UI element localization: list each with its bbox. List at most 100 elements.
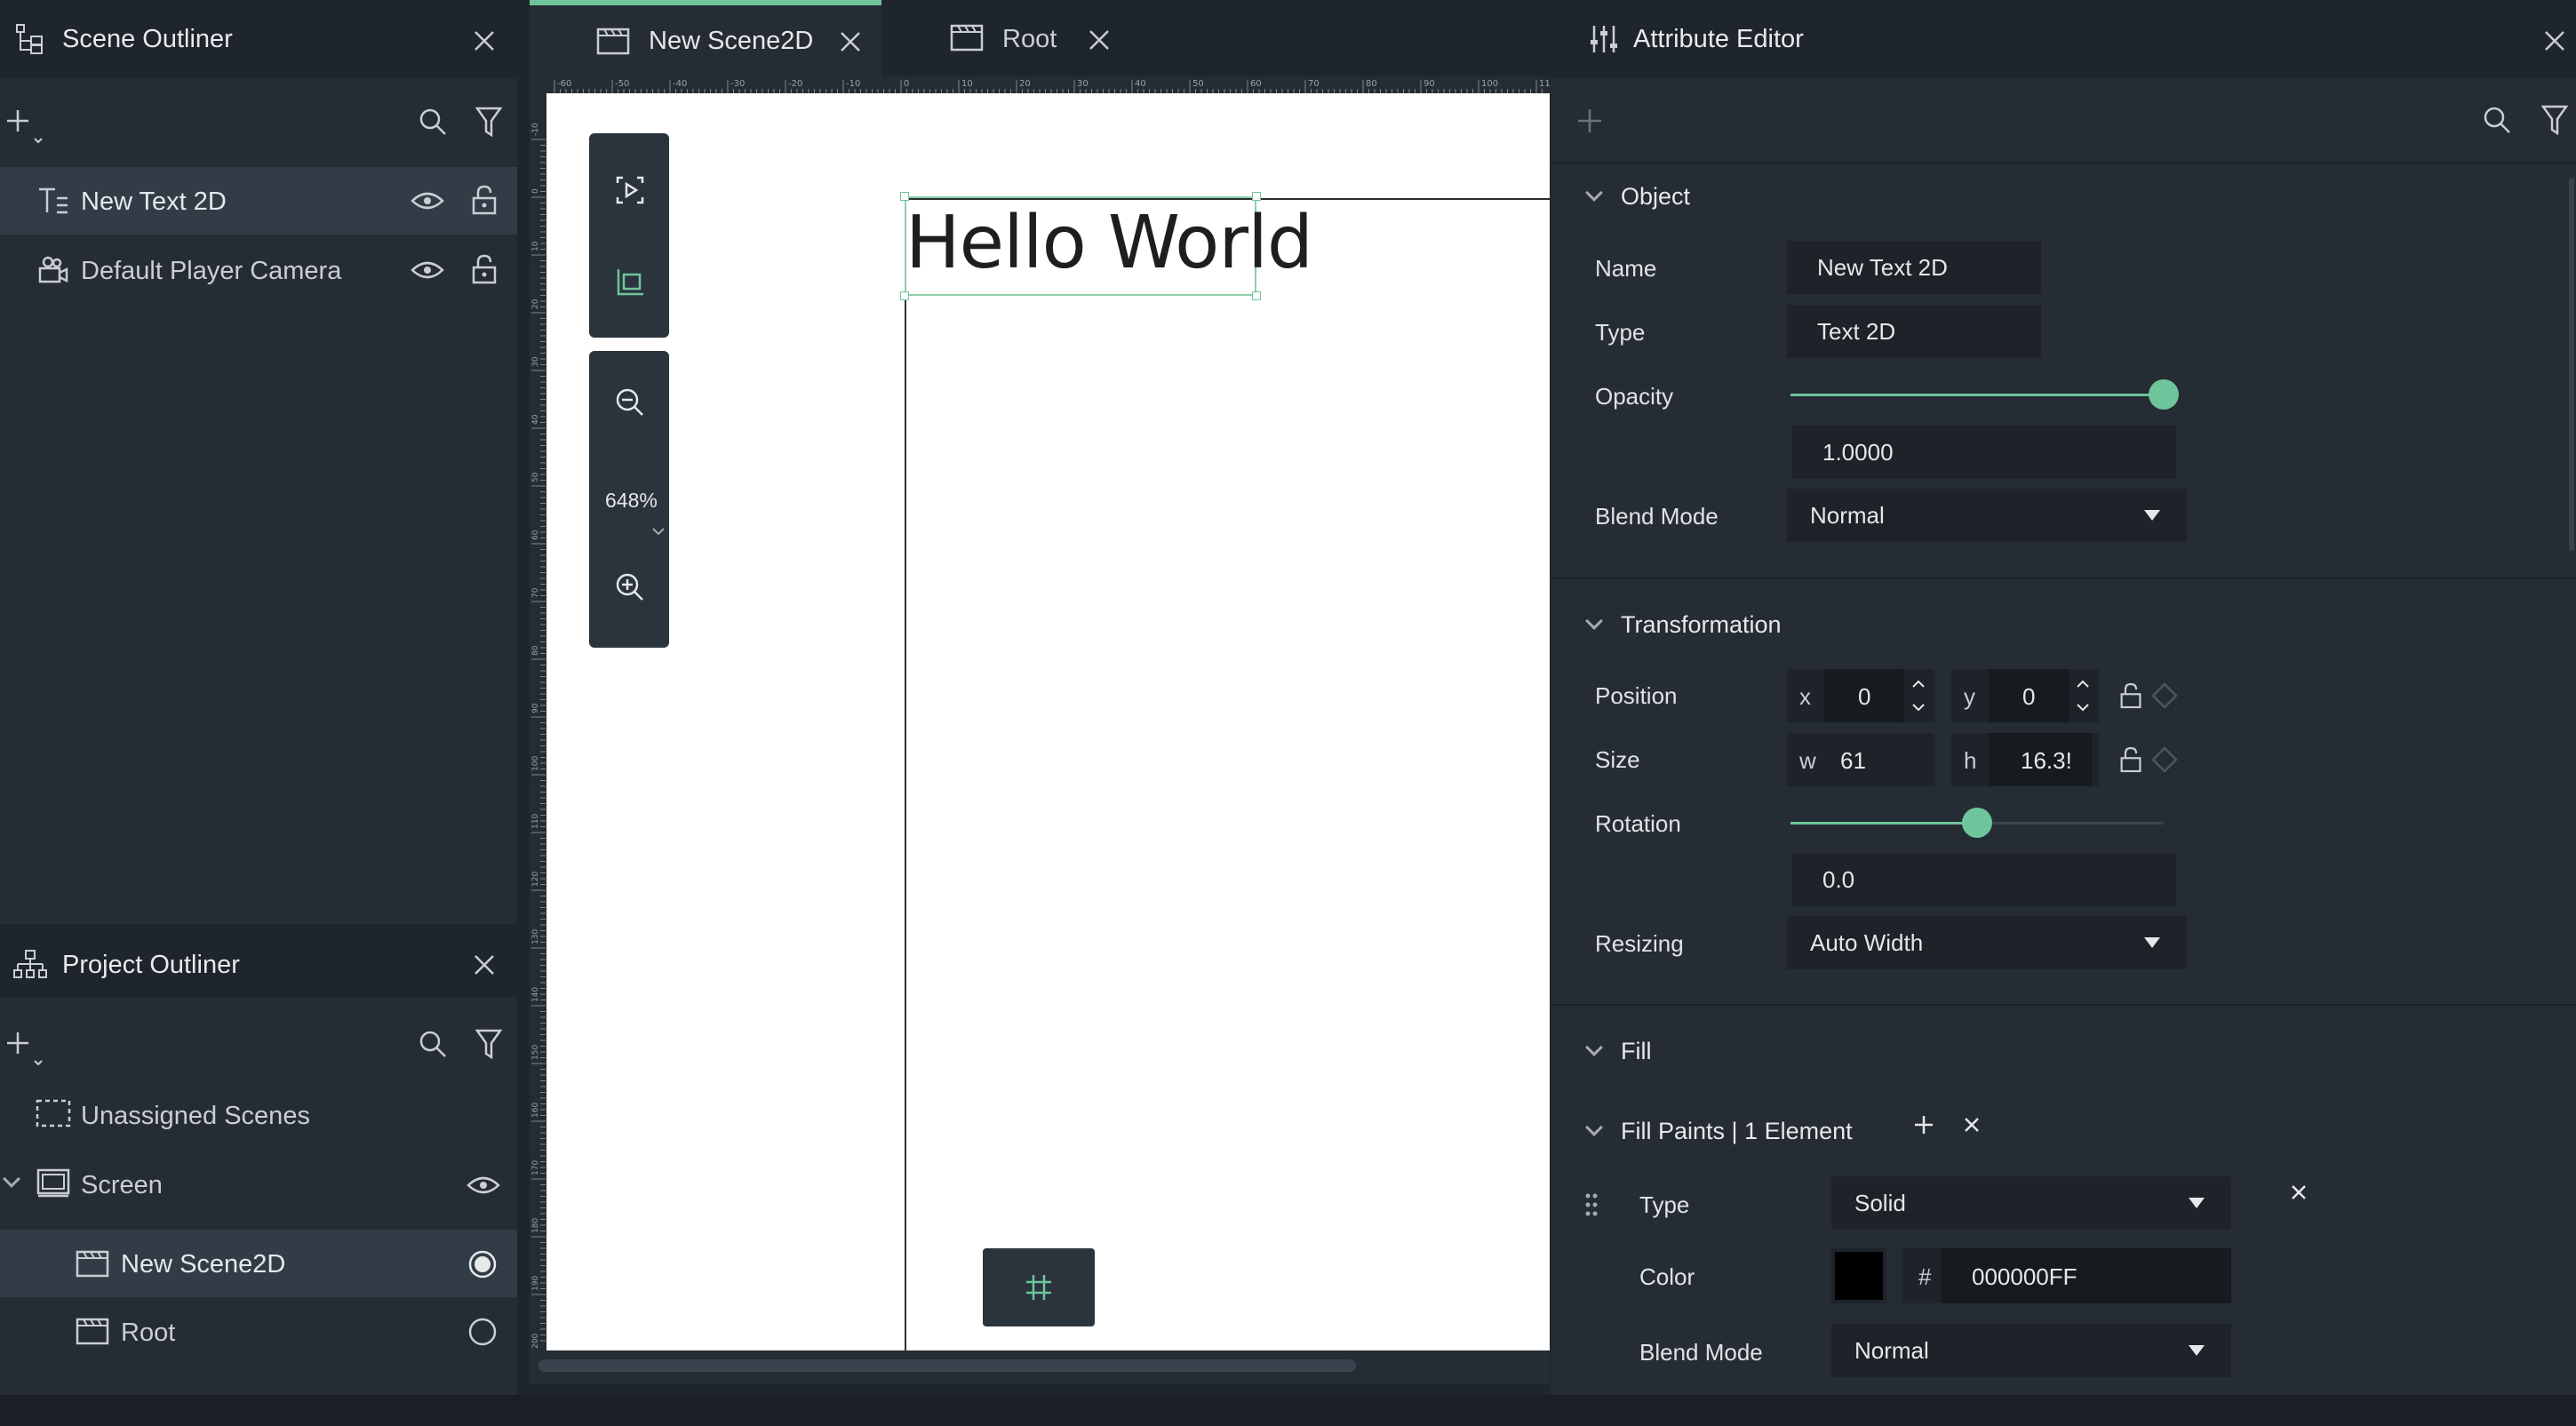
list-item[interactable]: Screen <box>0 1151 517 1217</box>
unlock-icon[interactable] <box>2116 679 2146 713</box>
position-x-field[interactable]: x 0 <box>1787 669 1934 722</box>
name-field[interactable]: New Text 2D <box>1787 241 2041 294</box>
size-w-field[interactable]: w 61 <box>1787 733 1934 786</box>
ruler-tick-label: 80 <box>1366 79 1377 89</box>
close-icon[interactable] <box>835 27 865 57</box>
blend-mode-dropdown[interactable]: Normal <box>1787 489 2187 542</box>
rotation-label: Rotation <box>1595 810 1681 837</box>
fill-type-dropdown[interactable]: Solid <box>1831 1176 2231 1230</box>
list-item[interactable]: Unassigned Scenes <box>0 1082 517 1148</box>
slider-knob[interactable] <box>1962 808 1992 838</box>
list-item[interactable]: New Text 2D <box>0 167 517 235</box>
list-item[interactable]: Root <box>0 1299 517 1365</box>
chevron-down-icon[interactable] <box>1585 612 1603 630</box>
filter-icon[interactable] <box>471 103 506 140</box>
add-icon[interactable] <box>4 1027 46 1071</box>
y-value[interactable]: 0 <box>2022 683 2035 711</box>
panel-title: Attribute Editor <box>1633 25 1804 53</box>
opacity-value-field[interactable]: 1.0000 <box>1792 426 2176 479</box>
opacity-slider[interactable] <box>1790 378 2179 413</box>
horizontal-scrollbar[interactable] <box>538 1359 1356 1372</box>
chevron-down-icon[interactable] <box>1585 1039 1603 1056</box>
resize-handle[interactable] <box>900 291 909 300</box>
chevron-down-icon[interactable] <box>1585 184 1603 202</box>
search-icon[interactable] <box>414 103 451 140</box>
add-icon[interactable] <box>1572 103 1607 139</box>
eye-icon[interactable] <box>464 1169 503 1201</box>
tab-root[interactable]: Root <box>894 0 1160 78</box>
eye-icon[interactable] <box>408 254 447 286</box>
link-diamond-icon[interactable] <box>2149 679 2180 713</box>
remove-paint-icon[interactable] <box>2285 1178 2313 1207</box>
increment-icon[interactable] <box>2072 674 2093 694</box>
search-icon[interactable] <box>414 1025 451 1063</box>
ruler-tick-label: 120 <box>531 872 540 887</box>
scene-canvas[interactable]: Hello World <box>546 93 1550 1350</box>
zoom-level[interactable]: 648% <box>605 489 658 513</box>
slider-knob[interactable] <box>2149 379 2179 410</box>
project-tree-icon <box>11 945 50 984</box>
zoom-out-icon[interactable] <box>612 385 648 420</box>
slider-fill <box>1790 394 2164 396</box>
tab-new-scene2d[interactable]: New Scene2D <box>530 0 881 78</box>
resize-handle[interactable] <box>1252 291 1261 300</box>
close-icon[interactable] <box>1084 25 1114 55</box>
ruler-top-ticks: -60 -50 -40 -30 -20 -10 0 10 20 30 40 50 60 70 80 90 100… <box>554 79 1550 94</box>
dropdown-value: Normal <box>1810 501 1885 529</box>
tab-label: New Scene2D <box>649 27 814 55</box>
filter-icon[interactable] <box>471 1025 506 1063</box>
chevron-down-icon[interactable] <box>3 1170 20 1188</box>
eye-icon[interactable] <box>408 185 447 217</box>
close-icon[interactable] <box>467 947 502 983</box>
fill-blend-mode-dropdown[interactable]: Normal <box>1831 1324 2231 1377</box>
size-h-field[interactable]: h 16.3! <box>1951 733 2099 786</box>
section-transformation-label[interactable]: Transformation <box>1621 611 1782 639</box>
rotation-value-field[interactable]: 0.0 <box>1792 853 2176 906</box>
project-outliner-panel: Project Outliner Unassigned Scenes Scree… <box>0 933 517 1395</box>
decrement-icon[interactable] <box>1908 697 1929 717</box>
chevron-down-icon[interactable] <box>1585 1119 1603 1136</box>
zoom-in-icon[interactable] <box>612 570 648 605</box>
unlock-icon[interactable] <box>2116 743 2146 777</box>
search-icon[interactable] <box>2478 101 2516 139</box>
unlock-icon[interactable] <box>467 251 502 288</box>
decrement-icon[interactable] <box>2072 697 2093 717</box>
section-object-label[interactable]: Object <box>1621 183 1690 211</box>
ruler-tick-label: -30 <box>730 79 745 89</box>
color-swatch[interactable] <box>1831 1248 1886 1303</box>
close-icon[interactable] <box>467 23 502 59</box>
list-item[interactable]: New Scene2D <box>0 1230 517 1297</box>
ruler-tick-label: 20 <box>531 299 540 309</box>
link-diamond-icon[interactable] <box>2149 743 2180 777</box>
increment-icon[interactable] <box>1908 674 1929 694</box>
play-frame-icon[interactable] <box>612 172 648 208</box>
color-hex-value[interactable]: 000000FF <box>1972 1263 2078 1291</box>
filter-icon[interactable] <box>2537 101 2572 139</box>
grid-toggle-button[interactable] <box>983 1248 1095 1326</box>
section-fill-label[interactable]: Fill <box>1621 1038 1652 1065</box>
w-label: w <box>1799 747 1816 774</box>
color-hex-field[interactable]: # 000000FF <box>1902 1248 2231 1303</box>
list-item-label: Root <box>121 1318 176 1347</box>
x-value[interactable]: 0 <box>1858 683 1870 711</box>
vertical-scrollbar[interactable] <box>2569 178 2574 551</box>
frame-select-icon[interactable] <box>612 265 648 300</box>
add-icon[interactable] <box>4 105 46 149</box>
add-paint-icon[interactable] <box>1910 1111 1938 1139</box>
w-value[interactable]: 61 <box>1840 747 1866 775</box>
chevron-down-icon[interactable] <box>651 525 666 538</box>
resizing-dropdown[interactable]: Auto Width <box>1787 916 2187 969</box>
panel-title: Scene Outliner <box>62 25 233 53</box>
radio-unselected-icon[interactable] <box>466 1315 499 1349</box>
remove-paints-icon[interactable] <box>1958 1111 1986 1139</box>
ruler-tick-label: 90 <box>1424 79 1435 89</box>
close-icon[interactable] <box>2537 23 2572 59</box>
list-item[interactable]: Default Player Camera <box>0 236 517 304</box>
drag-handle-icon[interactable] <box>1581 1189 1602 1221</box>
rotation-slider[interactable] <box>1790 806 2178 841</box>
h-value[interactable]: 16.3! <box>2021 747 2072 775</box>
canvas-text[interactable]: Hello World <box>905 200 1313 287</box>
unlock-icon[interactable] <box>467 181 502 219</box>
position-y-field[interactable]: y 0 <box>1951 669 2099 722</box>
radio-selected-icon[interactable] <box>466 1247 499 1281</box>
